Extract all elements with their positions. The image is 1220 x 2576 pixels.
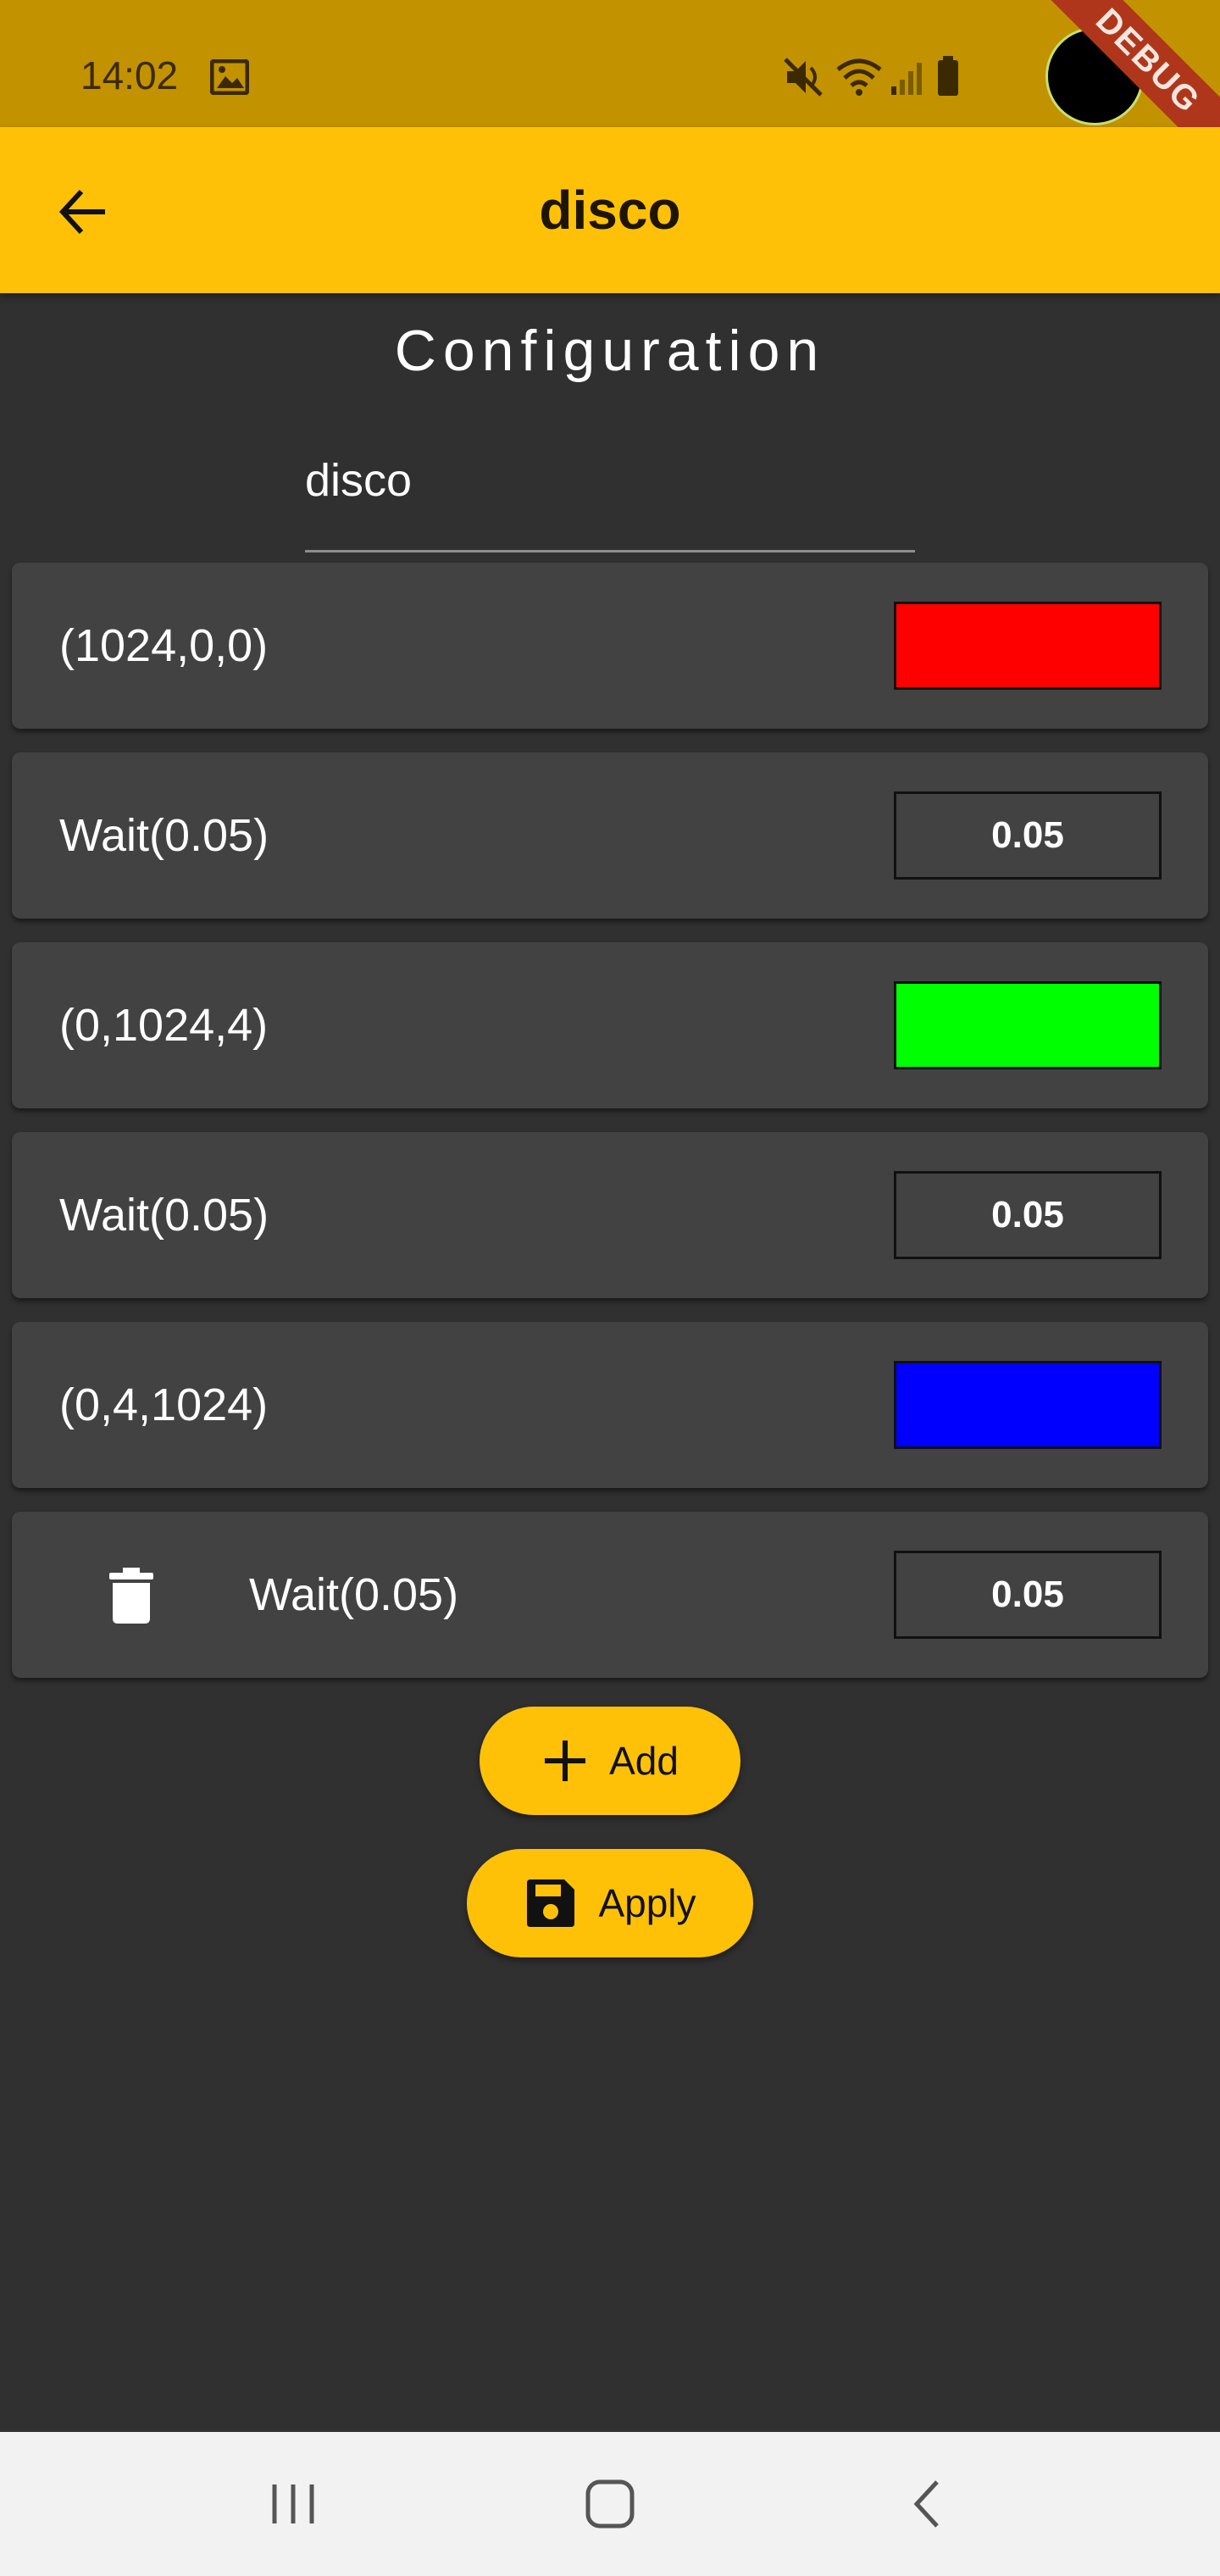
system-nav-bar bbox=[0, 2432, 1220, 2576]
battery-icon bbox=[936, 56, 960, 101]
save-icon bbox=[527, 1879, 575, 1927]
back-button[interactable] bbox=[42, 171, 124, 253]
app-bar: disco bbox=[0, 127, 1220, 293]
apply-button[interactable]: Apply bbox=[467, 1849, 753, 1957]
step-label: Wait(0.05) bbox=[249, 1569, 459, 1620]
image-icon bbox=[209, 58, 250, 99]
wait-value-box[interactable]: 0.05 bbox=[894, 1171, 1162, 1259]
step-label: Wait(0.05) bbox=[59, 1190, 269, 1241]
step-card[interactable]: Wait(0.05) 0.05 bbox=[12, 1512, 1208, 1678]
recent-apps-button[interactable] bbox=[208, 2432, 378, 2576]
step-label: (1024,0,0) bbox=[59, 620, 269, 671]
mute-icon bbox=[784, 58, 824, 101]
wait-value-box[interactable]: 0.05 bbox=[894, 1551, 1162, 1639]
home-icon bbox=[585, 2479, 635, 2529]
configuration-heading: Configuration bbox=[394, 319, 826, 383]
step-label: (0,4,1024) bbox=[59, 1380, 269, 1430]
system-back-button[interactable] bbox=[842, 2432, 1012, 2576]
step-card[interactable]: Wait(0.05) 0.05 bbox=[12, 752, 1208, 919]
back-icon bbox=[913, 2480, 939, 2528]
wifi-icon bbox=[835, 56, 884, 101]
step-label: (0,1024,4) bbox=[59, 1000, 269, 1051]
delete-button[interactable] bbox=[93, 1557, 169, 1634]
page-title: disco bbox=[539, 180, 681, 241]
step-card[interactable]: (0,1024,4) bbox=[12, 942, 1208, 1108]
wait-value-box[interactable]: 0.05 bbox=[894, 791, 1162, 880]
step-card[interactable]: Wait(0.05) 0.05 bbox=[12, 1132, 1208, 1298]
plus-icon bbox=[545, 1740, 586, 1781]
color-swatch[interactable] bbox=[894, 981, 1162, 1069]
add-button-label: Add bbox=[609, 1739, 679, 1783]
step-card[interactable]: (0,4,1024) bbox=[12, 1322, 1208, 1488]
status-bar: 14:02 DEBUG bbox=[0, 0, 1220, 172]
step-card[interactable]: (1024,0,0) bbox=[12, 563, 1208, 729]
arrow-back-icon bbox=[58, 189, 105, 235]
apply-button-label: Apply bbox=[598, 1881, 696, 1925]
recent-apps-icon bbox=[272, 2484, 314, 2523]
add-button[interactable]: Add bbox=[480, 1707, 740, 1815]
name-input[interactable] bbox=[305, 445, 915, 516]
name-field[interactable] bbox=[305, 445, 915, 552]
step-label: Wait(0.05) bbox=[59, 810, 269, 861]
status-time: 14:02 bbox=[80, 53, 179, 97]
home-button[interactable] bbox=[525, 2432, 695, 2576]
delete-icon bbox=[109, 1568, 153, 1624]
signal-icon bbox=[890, 59, 927, 101]
color-swatch[interactable] bbox=[894, 602, 1162, 690]
color-swatch[interactable] bbox=[894, 1361, 1162, 1449]
